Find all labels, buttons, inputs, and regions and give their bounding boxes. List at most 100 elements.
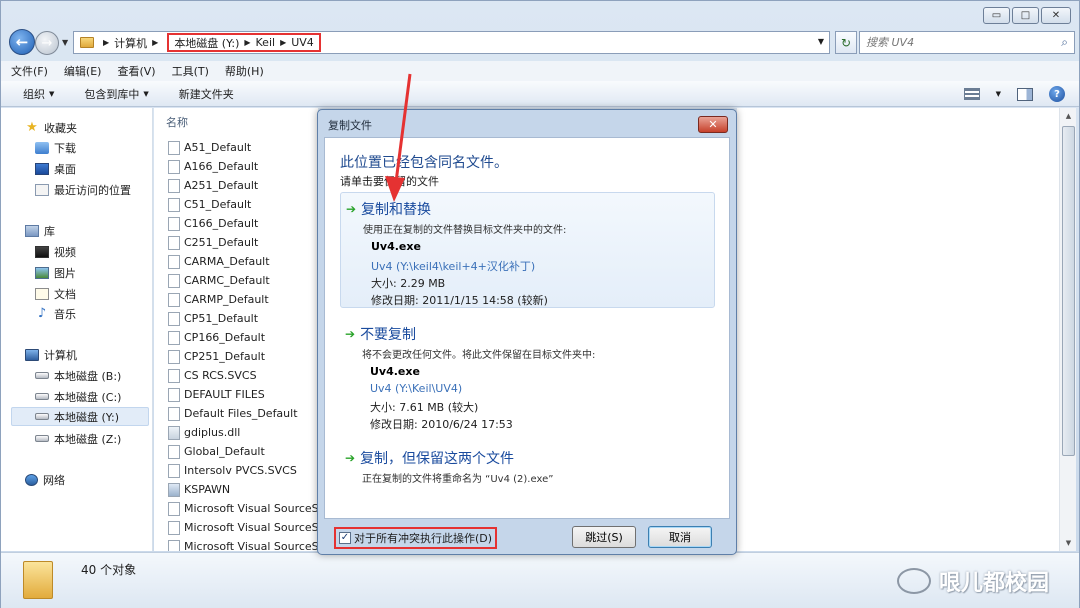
option-copy-replace[interactable]: ➔ 复制和替换 使用正在复制的文件替换目标文件夹中的文件: Uv4.exe Uv… <box>340 192 715 308</box>
breadcrumb-keil[interactable]: Keil <box>256 36 276 49</box>
new-folder-label: 新建文件夹 <box>178 87 234 101</box>
vertical-scrollbar[interactable]: ▲ ▼ <box>1059 108 1076 551</box>
file-icon <box>168 539 180 551</box>
copy-file-dialog: 复制文件 ✕ 此位置已经包含同名文件。 请单击要保留的文件 ➔ 复制和替换 使用… <box>317 109 737 555</box>
command-bar: 组织 ▼ 包含到库中 ▼ 新建文件夹 ▼ ? <box>1 81 1079 107</box>
nav-libraries[interactable]: 库 <box>25 221 55 240</box>
nav-item-label: 本地磁盘 (B:) <box>54 369 122 383</box>
back-button[interactable]: ← <box>9 29 35 55</box>
chevron-down-icon[interactable]: ▼ <box>996 90 1001 98</box>
drive-icon <box>35 435 49 442</box>
maximize-button[interactable]: □ <box>1012 7 1039 24</box>
file-row[interactable]: Microsoft Visual SourceS <box>168 499 318 518</box>
file-name: Global_Default <box>184 445 265 458</box>
nav-item-label: 视频 <box>54 245 76 259</box>
cancel-button[interactable]: 取消 <box>648 526 712 548</box>
skip-button[interactable]: 跳过(S) <box>572 526 636 548</box>
menu-file[interactable]: 文件(F) <box>11 63 48 79</box>
file-name: A166_Default <box>184 160 259 173</box>
file-row[interactable]: CARMC_Default <box>168 271 270 290</box>
apply-all-label[interactable]: 对于所有冲突执行此操作(D) <box>354 530 492 546</box>
nav-music[interactable]: ♪ 音乐 <box>35 304 76 323</box>
file-row[interactable]: C166_Default <box>168 214 258 233</box>
nav-drive-z[interactable]: 本地磁盘 (Z:) <box>35 429 121 448</box>
include-library-button[interactable]: 包含到库中 ▼ <box>84 86 148 102</box>
nav-drive-b[interactable]: 本地磁盘 (B:) <box>35 366 121 385</box>
file-row[interactable]: C51_Default <box>168 195 251 214</box>
file-list: 名称 A51_Default A166_Default A251_Default… <box>154 108 318 551</box>
file-row[interactable]: A166_Default <box>168 157 258 176</box>
breadcrumb-computer[interactable]: 计算机 <box>114 35 147 51</box>
minimize-button[interactable]: ▭ <box>983 7 1010 24</box>
breadcrumb-drive-y[interactable]: 本地磁盘 (Y:) <box>174 35 239 51</box>
close-window-button[interactable]: ✕ <box>1041 7 1071 24</box>
scroll-thumb[interactable] <box>1062 126 1075 456</box>
file-row[interactable]: CP51_Default <box>168 309 258 328</box>
address-row: ← → ▼ ▶ 计算机 ▶ 本地磁盘 (Y:) ▶ Keil ▶ UV4 ▼ ↻… <box>7 29 1075 57</box>
details-pane: 40 个对象 哏儿都校园 <box>1 552 1079 608</box>
nav-network[interactable]: 网络 <box>25 470 65 489</box>
file-row[interactable]: gdiplus.dll <box>168 423 240 442</box>
nav-pictures[interactable]: 图片 <box>35 263 76 282</box>
file-icon <box>168 273 180 288</box>
file-row[interactable]: Microsoft Visual SourceS <box>168 537 318 551</box>
forward-button[interactable]: → <box>35 31 59 55</box>
file-row[interactable]: CP251_Default <box>168 347 265 366</box>
file-row[interactable]: DEFAULT FILES <box>168 385 265 404</box>
nav-documents[interactable]: 文档 <box>35 284 76 303</box>
nav-drive-y[interactable]: 本地磁盘 (Y:) <box>11 407 149 426</box>
new-folder-button[interactable]: 新建文件夹 <box>179 86 234 102</box>
nav-videos[interactable]: 视频 <box>35 242 76 261</box>
nav-downloads[interactable]: 下载 <box>35 138 76 157</box>
file-row[interactable]: A251_Default <box>168 176 258 195</box>
nav-desktop[interactable]: 桌面 <box>35 159 76 178</box>
file-name: CP51_Default <box>184 312 259 325</box>
file-row[interactable]: Microsoft Visual SourceS <box>168 518 318 537</box>
nav-favorites[interactable]: ★ 收藏夹 <box>25 118 77 137</box>
menu-tools[interactable]: 工具(T) <box>172 63 209 79</box>
column-header-name[interactable]: 名称 <box>166 114 188 130</box>
file-name: gdiplus.dll <box>184 426 241 439</box>
file-row[interactable]: CARMP_Default <box>168 290 269 309</box>
dialog-close-button[interactable]: ✕ <box>698 116 728 133</box>
option-dont-copy[interactable]: ➔ 不要复制 将不会更改任何文件。将此文件保留在目标文件夹中: Uv4.exe … <box>340 318 715 431</box>
menu-help[interactable]: 帮助(H) <box>225 63 264 79</box>
file-row[interactable]: CP166_Default <box>168 328 265 347</box>
preview-pane-icon[interactable] <box>1017 87 1033 101</box>
nav-drive-c[interactable]: 本地磁盘 (C:) <box>35 387 121 406</box>
organize-button[interactable]: 组织 ▼ <box>23 86 54 102</box>
file-name: Microsoft Visual SourceS <box>184 502 318 515</box>
file-row[interactable]: Default Files_Default <box>168 404 298 423</box>
scroll-up-icon[interactable]: ▲ <box>1060 108 1077 124</box>
menu-edit[interactable]: 编辑(E) <box>64 63 102 79</box>
address-bar[interactable]: ▶ 计算机 ▶ 本地磁盘 (Y:) ▶ Keil ▶ UV4 ▼ <box>73 31 830 54</box>
file-row[interactable]: Intersolv PVCS.SVCS <box>168 461 297 480</box>
nav-favorites-label: 收藏夹 <box>44 121 77 135</box>
item-count: 40 个对象 <box>81 563 137 577</box>
view-options-icon[interactable] <box>963 88 980 100</box>
file-row[interactable]: C251_Default <box>168 233 258 252</box>
file-row[interactable]: KSPAWN <box>168 480 230 499</box>
file-name: Microsoft Visual SourceS <box>184 521 318 534</box>
search-icon[interactable]: ⌕ <box>1061 35 1068 50</box>
file-row[interactable]: A51_Default <box>168 138 251 157</box>
file-row[interactable]: CARMA_Default <box>168 252 270 271</box>
option-file-size: 大小: 7.61 MB (较大) <box>370 401 479 414</box>
help-icon[interactable]: ? <box>1049 86 1065 102</box>
nav-recent-places[interactable]: 最近访问的位置 <box>35 180 131 199</box>
apply-all-checkbox[interactable]: ✓ <box>339 532 351 544</box>
watermark: 哏儿都校园 <box>896 565 1049 597</box>
nav-computer[interactable]: 计算机 <box>25 345 77 364</box>
file-row[interactable]: Global_Default <box>168 442 265 461</box>
option-copy-keep-both[interactable]: ➔ 复制，但保留这两个文件 正在复制的文件将重命名为 “Uv4 (2).exe” <box>340 442 715 492</box>
refresh-button[interactable]: ↻ <box>835 31 857 54</box>
address-dropdown-icon[interactable]: ▼ <box>818 37 824 46</box>
recent-pages-dropdown[interactable]: ▼ <box>62 38 68 47</box>
apply-all-highlight: ✓ 对于所有冲突执行此操作(D) <box>334 527 498 549</box>
scroll-down-icon[interactable]: ▼ <box>1060 535 1077 551</box>
file-row[interactable]: CS RCS.SVCS <box>168 366 257 385</box>
dialog-subheading: 请单击要保留的文件 <box>340 175 439 188</box>
menu-view[interactable]: 查看(V) <box>117 63 155 79</box>
breadcrumb-uv4[interactable]: UV4 <box>291 36 314 49</box>
search-input[interactable] <box>866 36 1046 49</box>
